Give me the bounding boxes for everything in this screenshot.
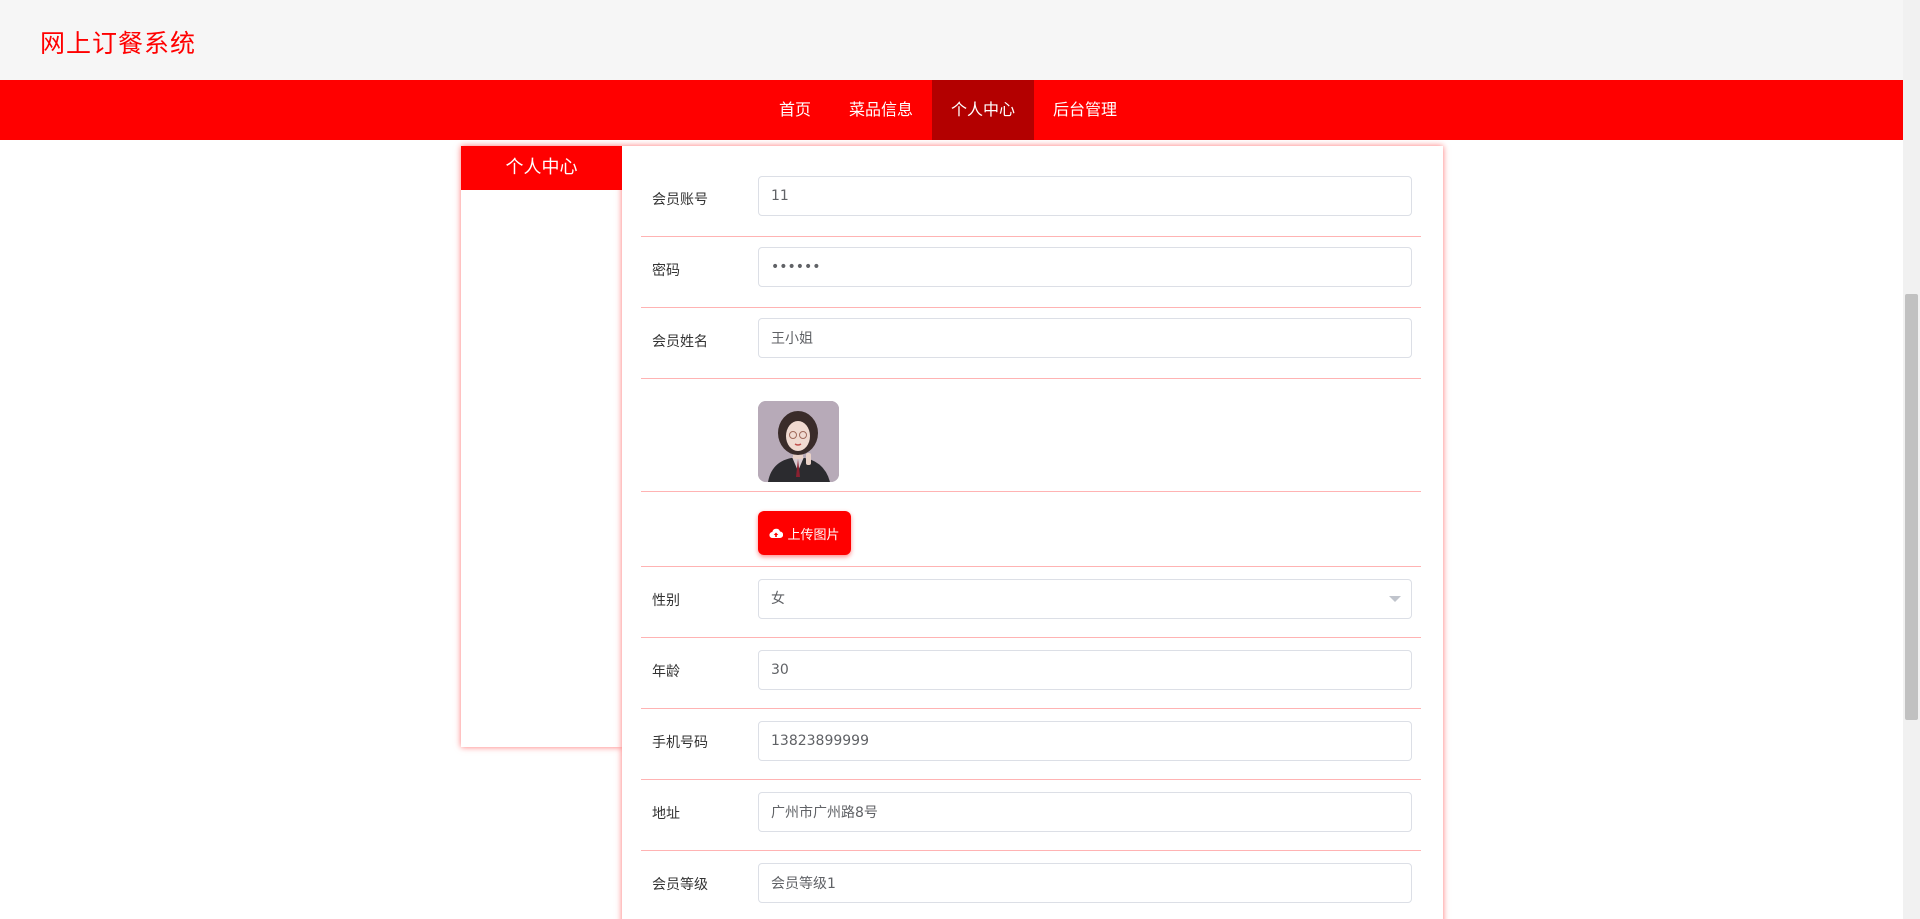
address-label: 地址 — [652, 806, 680, 822]
upload-image-button[interactable]: 上传图片 — [758, 511, 851, 555]
form-row-address: 地址 — [641, 780, 1421, 851]
password-input[interactable] — [758, 247, 1412, 287]
form-row-gender: 性别 女 — [641, 567, 1421, 638]
form-row-name: 会员姓名 — [641, 308, 1421, 379]
age-input[interactable] — [758, 650, 1412, 690]
nav-list: 首页 菜品信息 个人中心 后台管理 — [760, 80, 1136, 140]
age-label: 年龄 — [652, 664, 680, 680]
chevron-down-icon — [1389, 596, 1401, 602]
cloud-upload-icon — [769, 528, 784, 539]
form-row-phone: 手机号码 — [641, 709, 1421, 780]
form-row-avatar — [641, 379, 1421, 492]
form-row-account: 会员账号 — [641, 166, 1421, 237]
upload-button-label: 上传图片 — [787, 527, 840, 543]
site-title: 网上订餐系统 — [40, 29, 197, 58]
form-row-age: 年龄 — [641, 638, 1421, 709]
avatar-image — [758, 401, 839, 482]
name-input[interactable] — [758, 318, 1412, 358]
nav-item-personal-center[interactable]: 个人中心 — [932, 80, 1035, 140]
address-input[interactable] — [758, 792, 1412, 832]
scrollbar-thumb[interactable] — [1905, 294, 1918, 720]
sidebar-panel: 个人中心 — [461, 146, 622, 747]
account-input[interactable] — [758, 176, 1412, 216]
level-input[interactable] — [758, 863, 1412, 903]
level-label: 会员等级 — [652, 877, 708, 893]
form-row-level: 会员等级 — [641, 851, 1421, 919]
main-nav: 首页 菜品信息 个人中心 后台管理 — [0, 80, 1903, 140]
gender-select[interactable]: 女 — [758, 579, 1412, 619]
phone-label: 手机号码 — [652, 735, 708, 751]
nav-item-admin[interactable]: 后台管理 — [1034, 80, 1136, 140]
top-header: 网上订餐系统 — [0, 0, 1903, 80]
sidebar-title[interactable]: 个人中心 — [461, 146, 622, 190]
gender-label: 性别 — [652, 593, 680, 609]
password-label: 密码 — [652, 263, 680, 279]
account-label: 会员账号 — [652, 192, 708, 208]
form-row-upload: 上传图片 — [641, 492, 1421, 567]
phone-input[interactable] — [758, 721, 1412, 761]
profile-form: 会员账号 密码 会员姓名 — [622, 146, 1443, 919]
name-label: 会员姓名 — [652, 334, 708, 350]
nav-item-dishes[interactable]: 菜品信息 — [830, 80, 932, 140]
avatar-photo-icon — [758, 401, 839, 482]
form-row-password: 密码 — [641, 237, 1421, 308]
gender-selected-value: 女 — [771, 591, 785, 607]
nav-item-home[interactable]: 首页 — [760, 80, 830, 140]
page-scrollbar[interactable] — [1903, 0, 1920, 919]
